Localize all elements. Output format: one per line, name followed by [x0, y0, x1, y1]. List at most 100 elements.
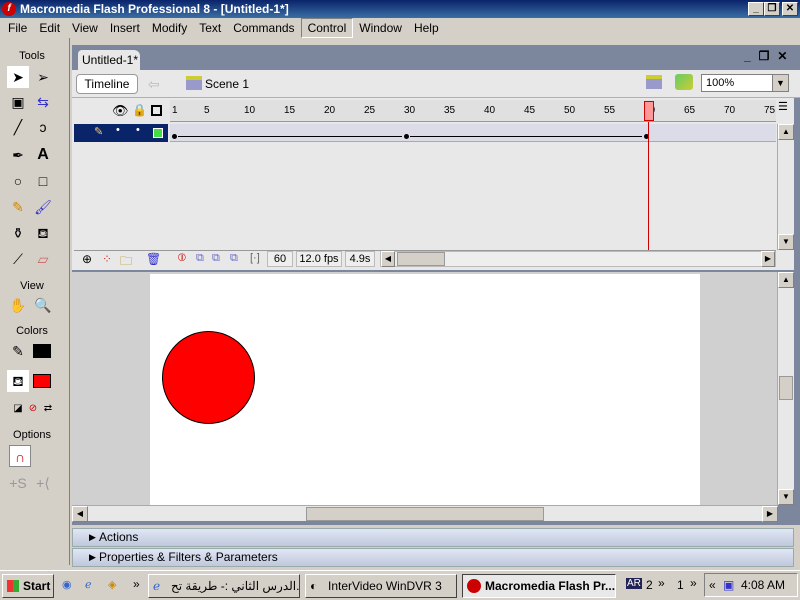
visible-dot[interactable]: •	[116, 124, 120, 136]
timeline-horizontal-scrollbar[interactable]: ◀ ▶	[380, 251, 776, 267]
insert-layer-icon[interactable]: ⊕	[82, 252, 92, 266]
pen-tool-icon[interactable]: ✒	[7, 144, 29, 166]
scroll-right-icon[interactable]: ▶	[761, 251, 775, 267]
zoom-select[interactable]: 100% ▼	[701, 74, 789, 92]
start-button[interactable]: Start	[2, 574, 54, 598]
scroll-down-icon[interactable]: ▼	[778, 489, 794, 505]
minimize-button[interactable]: _	[748, 2, 764, 16]
menu-view[interactable]: View	[66, 19, 104, 37]
document-window-controls[interactable]: _❐✕	[744, 49, 796, 63]
eraser-tool-icon[interactable]: ▱	[32, 248, 54, 270]
more-icon[interactable]: »	[658, 576, 665, 590]
restore-button[interactable]: ❐	[764, 2, 780, 16]
edit-scene-icon[interactable]	[646, 75, 662, 89]
more-icon[interactable]: »	[133, 577, 140, 591]
toolbar-count-2[interactable]: 1	[677, 578, 684, 592]
scroll-thumb[interactable]	[397, 252, 445, 266]
scroll-right-icon[interactable]: ▶	[762, 506, 778, 522]
gradient-transform-tool-icon[interactable]: ⇆	[32, 91, 54, 113]
fill-color-swatch[interactable]	[33, 374, 51, 388]
stage-vertical-scrollbar[interactable]: ▲ ▼	[777, 272, 794, 505]
menu-commands[interactable]: Commands	[227, 19, 300, 37]
lasso-tool-icon[interactable]: ↄ	[32, 116, 54, 138]
ie-icon[interactable]: ℯ	[85, 578, 92, 591]
layer-row[interactable]: ✎ • •	[74, 124, 168, 142]
close-button[interactable]: ✕	[782, 2, 798, 16]
frame-row[interactable]	[170, 124, 776, 142]
scroll-left-icon[interactable]: ◀	[72, 506, 88, 522]
straighten-icon[interactable]: +⟨	[32, 472, 54, 494]
lock-icon[interactable]: 🔒	[132, 103, 147, 117]
onion-skin-outlines-icon[interactable]: ⧉	[212, 252, 220, 265]
scroll-left-icon[interactable]: ◀	[381, 251, 395, 267]
rectangle-tool-icon[interactable]: □	[32, 170, 54, 192]
stage-horizontal-scrollbar[interactable]: ◀ ▶	[72, 505, 778, 522]
swap-colors-icon[interactable]: ⇄	[37, 398, 59, 420]
document-tab[interactable]: Untitled-1*	[78, 50, 140, 70]
timeline-vertical-scrollbar[interactable]: ▲ ▼	[777, 124, 794, 250]
insert-folder-icon[interactable]: 🗀	[120, 252, 132, 273]
onion-skin-icon[interactable]: ⧉	[196, 252, 204, 265]
keyframe[interactable]	[172, 134, 177, 139]
subselection-tool-icon[interactable]: ➢	[32, 66, 54, 88]
taskbar-task-windvr[interactable]: ◐ InterVideo WinDVR 3	[305, 574, 457, 598]
outline-icon[interactable]	[151, 105, 162, 116]
line-tool-icon[interactable]: ╱	[7, 116, 29, 138]
stroke-color-swatch[interactable]	[33, 344, 51, 358]
scroll-thumb[interactable]	[779, 376, 793, 400]
pencil-tool-icon[interactable]: ✎	[7, 196, 29, 218]
toolbar-count-1[interactable]: 2	[646, 578, 653, 592]
lock-dot[interactable]: •	[136, 124, 140, 136]
modify-onion-markers-icon[interactable]: [·]	[250, 252, 260, 264]
chevron-down-icon[interactable]: ▼	[772, 75, 788, 91]
back-arrow-icon[interactable]: ⇦	[148, 76, 160, 93]
frame-ruler[interactable]: 151015202530354045505560657075	[170, 100, 776, 122]
taskbar-task-browser[interactable]: ℯ الدرس الثاني :- طريقة تح...	[148, 574, 300, 598]
oval-tool-icon[interactable]: ○	[7, 170, 29, 192]
edit-symbols-icon[interactable]	[675, 74, 693, 90]
snap-to-objects-icon[interactable]: ∩	[9, 445, 31, 467]
expand-tray-icon[interactable]: «	[709, 574, 716, 596]
brush-tool-icon[interactable]: 🖌	[32, 196, 54, 218]
add-motion-guide-icon[interactable]: ⁘	[102, 252, 112, 266]
timeline-menu-icon[interactable]: ☰	[778, 100, 788, 113]
text-tool-icon[interactable]: A	[32, 144, 54, 166]
network-icon[interactable]: ▣	[723, 574, 734, 596]
timeline-toggle-button[interactable]: Timeline	[76, 74, 138, 94]
menu-text[interactable]: Text	[193, 19, 227, 37]
menu-insert[interactable]: Insert	[104, 19, 146, 37]
scroll-up-icon[interactable]: ▲	[778, 272, 794, 288]
selection-tool-icon[interactable]: ➤	[7, 66, 29, 88]
menu-control[interactable]: Control	[300, 18, 354, 38]
keyframe[interactable]	[404, 134, 409, 139]
center-frame-icon[interactable]: ⦶	[178, 252, 186, 265]
actions-panel-header[interactable]: ▶ Actions	[72, 528, 794, 547]
menu-modify[interactable]: Modify	[146, 19, 193, 37]
edit-multiple-frames-icon[interactable]: ⧉	[230, 252, 238, 265]
quicklaunch-icon[interactable]: ◉	[62, 578, 72, 591]
language-indicator[interactable]: AR	[626, 578, 642, 589]
more-icon[interactable]: »	[690, 576, 697, 590]
eye-icon[interactable]: 👁	[112, 103, 129, 119]
trash-icon[interactable]: 🗑	[146, 252, 161, 266]
ink-bottle-tool-icon[interactable]: ⚱	[7, 222, 29, 244]
hand-tool-icon[interactable]: ✋	[7, 294, 29, 316]
menu-help[interactable]: Help	[408, 19, 445, 37]
outline-color-swatch[interactable]	[153, 128, 163, 138]
playhead[interactable]	[644, 101, 654, 121]
red-circle-shape[interactable]	[162, 331, 255, 424]
clock[interactable]: 4:08 AM	[741, 578, 785, 592]
menu-window[interactable]: Window	[353, 19, 408, 37]
menu-edit[interactable]: Edit	[33, 19, 66, 37]
scroll-thumb[interactable]	[306, 507, 544, 521]
eyedropper-tool-icon[interactable]: ⟋	[7, 248, 29, 270]
free-transform-tool-icon[interactable]: ▣	[7, 91, 29, 113]
smooth-icon[interactable]: +S	[7, 472, 29, 494]
scroll-up-icon[interactable]: ▲	[778, 124, 794, 140]
zoom-tool-icon[interactable]: 🔍	[32, 294, 54, 316]
paint-bucket-tool-icon[interactable]: ⛾	[32, 222, 54, 244]
properties-panel-header[interactable]: ▶ Properties & Filters & Parameters	[72, 548, 794, 567]
scroll-down-icon[interactable]: ▼	[778, 234, 794, 250]
media-icon[interactable]: ◈	[108, 578, 116, 591]
menu-file[interactable]: File	[2, 19, 33, 37]
